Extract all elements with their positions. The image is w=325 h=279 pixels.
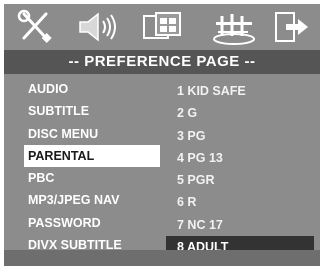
preference-menu: AUDIO SUBTITLE DISC MENU PARENTAL PBC MP…	[24, 78, 160, 279]
parental-options: 1 KID SAFE 2 G 3 PG 4 PG 13 5 PGR 6 R 7 …	[166, 80, 314, 259]
exit-icon[interactable]	[268, 8, 316, 46]
menu-item-password[interactable]: PASSWORD	[24, 212, 160, 234]
osd-screen: -- PREFERENCE PAGE -- AUDIO SUBTITLE DIS…	[4, 4, 320, 274]
icon-bar	[4, 4, 320, 48]
menu-item-disc-menu[interactable]: DISC MENU	[24, 123, 160, 145]
option-pg[interactable]: 3 PG	[166, 125, 314, 147]
footer-bar	[4, 250, 320, 266]
menu-item-pbc[interactable]: PBC	[24, 167, 160, 189]
option-g[interactable]: 2 G	[166, 102, 314, 124]
speaker-icon[interactable]	[74, 8, 122, 46]
option-pgr[interactable]: 5 PGR	[166, 169, 314, 191]
menu-item-audio[interactable]: AUDIO	[24, 78, 160, 100]
menu-item-subtitle[interactable]: SUBTITLE	[24, 100, 160, 122]
tools-icon[interactable]	[12, 8, 60, 46]
option-pg-13[interactable]: 4 PG 13	[166, 147, 314, 169]
option-r[interactable]: 6 R	[166, 191, 314, 213]
option-nc-17[interactable]: 7 NC 17	[166, 214, 314, 236]
menu-item-parental[interactable]: PARENTAL	[24, 144, 160, 168]
page-title: -- PREFERENCE PAGE --	[4, 50, 320, 74]
preference-icon[interactable]	[210, 8, 258, 46]
menu-item-mp3-jpeg-nav[interactable]: MP3/JPEG NAV	[24, 189, 160, 211]
option-kid-safe[interactable]: 1 KID SAFE	[166, 80, 314, 102]
video-icon[interactable]	[138, 8, 186, 46]
